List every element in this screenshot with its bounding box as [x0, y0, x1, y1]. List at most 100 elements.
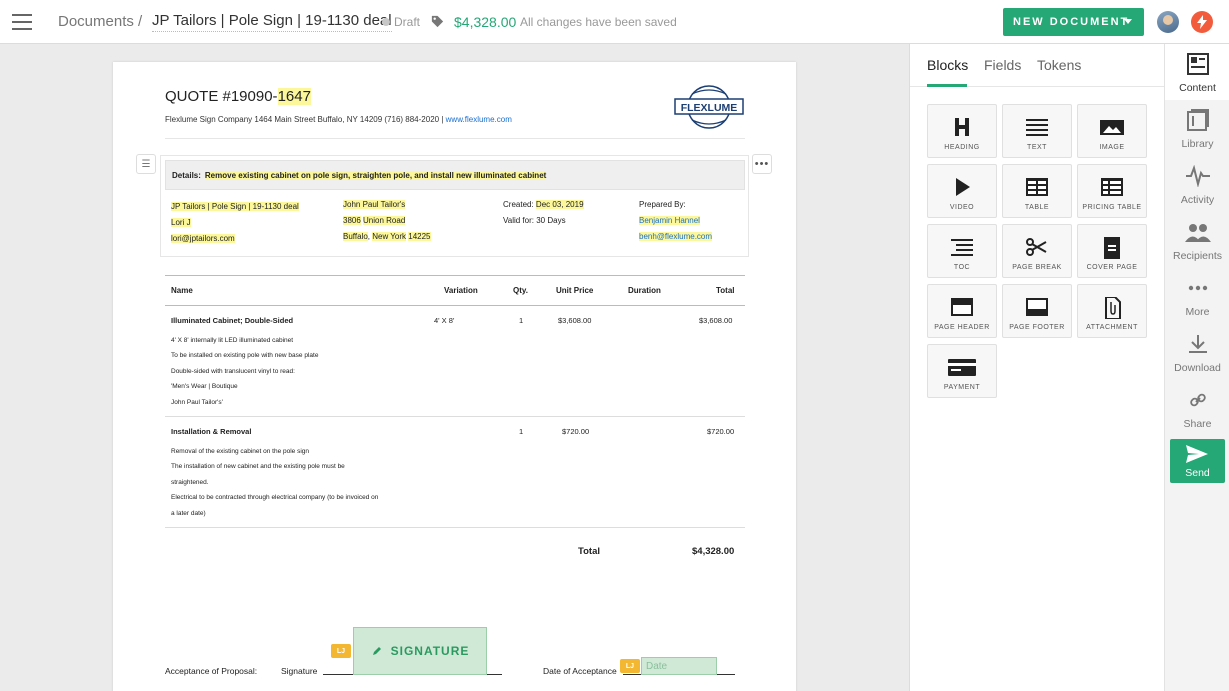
block-label: TOC [953, 264, 971, 271]
header-qty: Qty. [513, 286, 528, 295]
block-label: COVER PAGE [1086, 264, 1138, 271]
sidebar-item-label: Content [1179, 82, 1216, 94]
quote-number-token[interactable]: 1647 [277, 88, 311, 105]
block-page-footer[interactable]: PAGE FOOTER [1002, 284, 1072, 338]
client-info: JP Tailors | Pole Sign | 19-1130 deal Lo… [171, 199, 299, 247]
block-table[interactable]: TABLE [1002, 164, 1072, 218]
company-website-link[interactable]: www.flexlume.com [446, 115, 512, 124]
avatar[interactable] [1157, 11, 1179, 33]
sidebar-item-content[interactable]: Content [1165, 44, 1229, 100]
company-line: Flexlume Sign Company 1464 Main Street B… [165, 115, 444, 124]
table-icon [1026, 178, 1048, 196]
sidebar-item-more[interactable]: More [1165, 268, 1229, 324]
download-icon [1188, 335, 1207, 353]
send-button[interactable]: Send [1170, 439, 1225, 483]
details-label: Details: [172, 170, 201, 180]
sidebar-item-download[interactable]: Download [1165, 324, 1229, 380]
block-video[interactable]: VIDEO [927, 164, 997, 218]
block-label: HEADING [944, 144, 980, 151]
header-total: Total [716, 286, 735, 295]
panel-tabs: Blocks Fields Tokens [910, 44, 1165, 87]
prepared-email: benh@flexlume.com [639, 232, 713, 241]
block-page-break[interactable]: PAGE BREAK [1002, 224, 1072, 278]
row1-qty: 1 [519, 316, 524, 325]
row2-qty: 1 [519, 427, 524, 436]
block-attachment[interactable]: ATTACHMENT [1077, 284, 1147, 338]
more-options-icon[interactable]: ••• [752, 154, 772, 174]
created-value: Dec 03, 2019 [535, 200, 584, 209]
block-label: PAGE BREAK [1012, 264, 1062, 271]
header-duration: Duration [628, 286, 661, 295]
block-label: ATTACHMENT [1086, 324, 1138, 331]
row1-description: 4' X 8' internally lit LED illuminated c… [171, 333, 318, 410]
quote-meta: Created: Dec 03, 2019 Valid for: 30 Days [503, 197, 584, 229]
table-header-border [165, 305, 745, 306]
block-cover-page[interactable]: COVER PAGE [1077, 224, 1147, 278]
tab-tokens[interactable]: Tokens [1037, 57, 1081, 73]
document-page: QUOTE #19090-1647 Flexlume Sign Company … [113, 62, 796, 691]
block-label: VIDEO [949, 204, 975, 211]
block-text[interactable]: TEXT [1002, 104, 1072, 158]
block-page-header[interactable]: PAGE HEADER [927, 284, 997, 338]
signer-tag[interactable]: LJ [331, 644, 351, 658]
date-label: Date of Acceptance [543, 666, 617, 676]
block-payment[interactable]: PAYMENT [927, 344, 997, 398]
link-icon [1189, 393, 1206, 407]
active-tab-indicator [927, 84, 967, 87]
address-street: Union Road [363, 216, 406, 225]
signer-tag[interactable]: LJ [620, 659, 640, 673]
block-label: TEXT [1027, 144, 1047, 151]
page-header-icon [951, 298, 973, 316]
date-field[interactable]: Date [641, 657, 717, 675]
sidebar-item-activity[interactable]: Activity [1165, 156, 1229, 212]
tab-blocks[interactable]: Blocks [927, 57, 968, 73]
row-divider [165, 416, 745, 417]
signature-field[interactable]: SIGNATURE [353, 627, 487, 675]
block-pricing-table[interactable]: PRICING TABLE [1077, 164, 1147, 218]
block-heading[interactable]: HEADING [927, 104, 997, 158]
sidebar-item-recipients[interactable]: Recipients [1165, 212, 1229, 268]
library-icon [1186, 109, 1209, 131]
sidebar-item-library[interactable]: Library [1165, 100, 1229, 156]
document-amount: $4,328.00 [454, 14, 517, 30]
address-city: Buffalo [343, 232, 368, 241]
quote-title[interactable]: QUOTE #19090-1647 [165, 88, 311, 105]
activity-icon [1185, 165, 1210, 187]
new-document-label: NEW DOCUMENT [1013, 16, 1130, 28]
row2-desc-line: straightened. [171, 478, 209, 486]
address-zip: 14225 [408, 232, 431, 241]
block-image[interactable]: IMAGE [1077, 104, 1147, 158]
row1-total: $3,608.00 [699, 316, 733, 325]
new-document-button[interactable]: NEW DOCUMENT [1003, 8, 1144, 36]
quote-prefix: QUOTE #19090- [165, 88, 278, 105]
row1-desc-line: 'Men's Wear | Boutique [171, 383, 238, 391]
attachment-icon [1105, 297, 1121, 319]
sidebar-item-share[interactable]: Share [1165, 380, 1229, 436]
row2-name: Installation & Removal [171, 427, 252, 436]
menu-icon[interactable] [12, 14, 32, 30]
row2-description: Removal of the existing cabinet on the p… [171, 444, 378, 521]
send-label: Send [1185, 467, 1210, 479]
company-info: Flexlume Sign Company 1464 Main Street B… [165, 115, 512, 124]
lightning-icon[interactable] [1191, 11, 1213, 33]
credit-card-icon [948, 359, 976, 376]
flexlume-logo: FLEXLUME [674, 85, 744, 129]
sidebar-item-label: More [1185, 306, 1210, 318]
play-icon [956, 178, 970, 196]
chevron-down-icon[interactable] [1124, 19, 1132, 24]
address-name: John Paul Tailor's [343, 200, 406, 209]
row1-variation: 4' X 8' [434, 316, 455, 325]
client-deal: JP Tailors | Pole Sign | 19-1130 deal [171, 202, 299, 211]
tab-fields[interactable]: Fields [984, 57, 1021, 73]
image-icon [1100, 120, 1124, 135]
breadcrumb-documents[interactable]: Documents [58, 13, 134, 30]
sidebar-item-label: Recipients [1172, 250, 1223, 262]
breadcrumb-separator: / [138, 13, 143, 30]
block-toc[interactable]: TOC [927, 224, 997, 278]
more-icon [1188, 285, 1207, 291]
row1-desc-line: Double-sided with translucent vinyl to r… [171, 367, 295, 375]
drag-handle-icon[interactable]: ☰ [136, 154, 156, 174]
block-label: IMAGE [1099, 144, 1125, 151]
prepared-name: Benjamin Hannel [639, 216, 700, 225]
document-title[interactable]: JP Tailors | Pole Sign | 19-1130 deal [152, 12, 392, 32]
